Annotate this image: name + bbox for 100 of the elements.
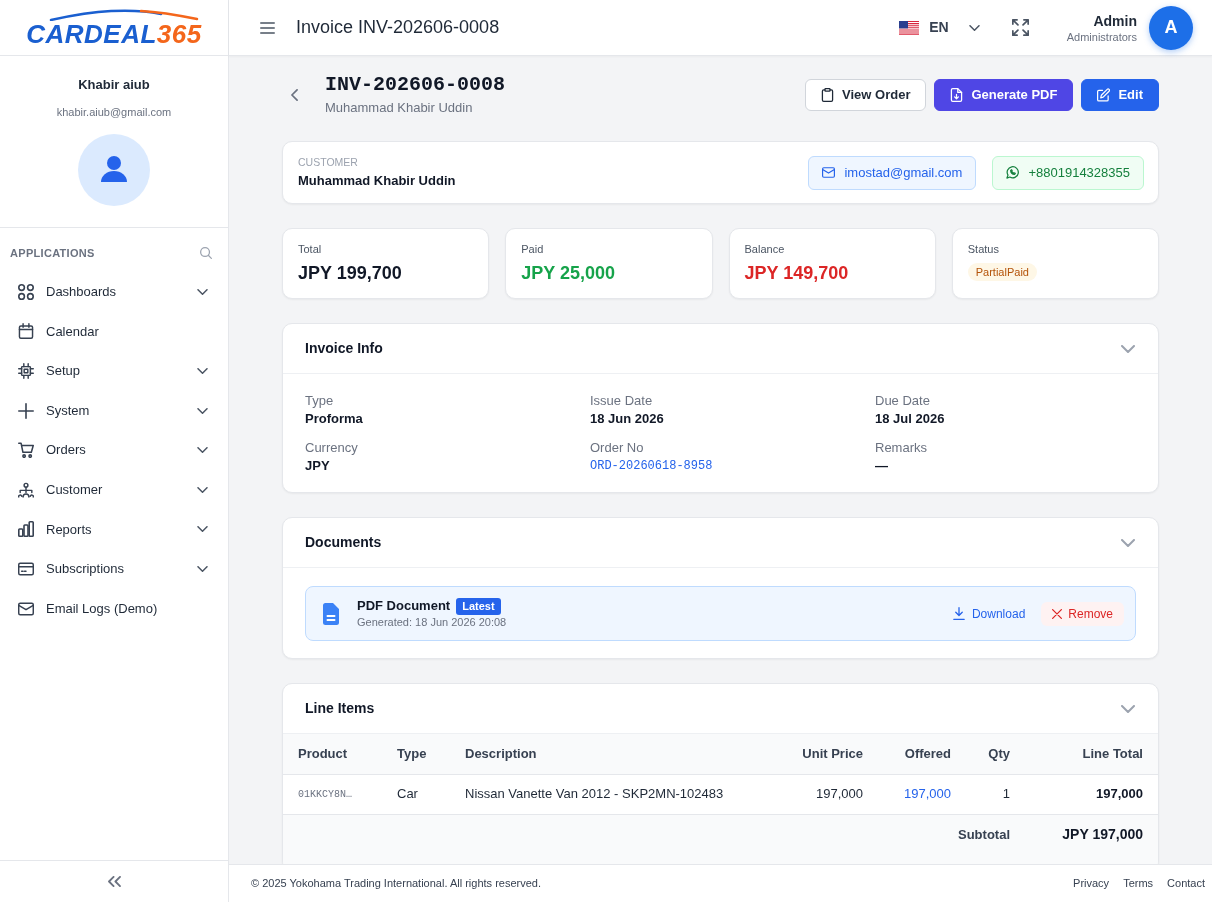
column-header: Type	[382, 734, 450, 774]
user-avatar[interactable]: A	[1149, 5, 1193, 50]
footer-link[interactable]: Privacy	[1073, 875, 1110, 892]
stat-label: Paid	[521, 242, 544, 256]
subtotal-value: JPY 197,000	[1062, 826, 1143, 843]
chevron-down-icon	[197, 368, 208, 374]
column-header: Product	[283, 734, 382, 774]
page-title: Invoice INV-202606-0008	[296, 16, 500, 39]
latest-badge: Latest	[456, 597, 501, 615]
stat-label: Balance	[744, 242, 785, 256]
brand-logo: CARDEAL365	[26, 20, 202, 47]
field-label: Type	[305, 392, 334, 410]
generate-pdf-button[interactable]: Generate PDF	[934, 78, 1074, 111]
column-header: Line Total	[1025, 734, 1158, 774]
stat-value: JPY 25,000	[521, 262, 615, 285]
remove-button[interactable]: Remove	[1041, 601, 1124, 626]
whatsapp-icon	[1006, 166, 1020, 179]
order-link[interactable]: ORD-20260618-8958	[590, 457, 713, 475]
email-link[interactable]: imostad@gmail.com	[808, 155, 977, 190]
user-role: Administrators	[1066, 29, 1137, 44]
field-value: JPY	[305, 457, 330, 475]
sidebar-item[interactable]: Orders	[0, 430, 228, 470]
field-value: Proforma	[305, 410, 363, 428]
subtotal-label: Subtotal	[958, 827, 1010, 843]
chip-icon	[18, 363, 34, 379]
field-label: CUSTOMER	[298, 155, 358, 169]
customer-subtitle: Muhammad Khabir Uddin	[325, 99, 474, 117]
table-cell: 01KKCY8N…	[283, 774, 382, 814]
stat-label: Status	[967, 242, 999, 256]
table-cell: 1	[966, 774, 1025, 814]
sidebar-item[interactable]: Setup	[0, 351, 228, 391]
close-icon	[1052, 608, 1063, 619]
table-cell: 197,000	[778, 774, 878, 814]
sidebar-item[interactable]: Subscriptions	[0, 549, 228, 589]
stat-value: JPY 149,700	[744, 262, 849, 285]
footer-link[interactable]: Terms	[1123, 875, 1154, 892]
user-display-name: Admin	[1093, 11, 1137, 30]
car-swoosh-icon	[49, 8, 199, 21]
search-icon[interactable]	[200, 247, 212, 259]
sidebar-item[interactable]: Email Logs (Demo)	[0, 588, 228, 629]
chevron-down-icon[interactable]	[1121, 344, 1135, 353]
language-selector[interactable]: EN	[899, 17, 980, 38]
chevron-down-icon[interactable]	[1121, 704, 1135, 713]
us-flag-icon	[899, 20, 920, 35]
sidebar-item[interactable]: Calendar	[0, 311, 228, 352]
download-icon	[952, 607, 965, 620]
field-label: Remarks	[875, 439, 927, 457]
column-header: Qty	[966, 734, 1025, 774]
document-name: PDF Document	[357, 597, 451, 615]
footer-link[interactable]: Contact	[1167, 875, 1205, 892]
plus-icon	[18, 402, 34, 419]
stat-value: JPY 199,700	[298, 262, 402, 285]
fullscreen-icon[interactable]	[1011, 19, 1029, 36]
cart-icon	[18, 442, 34, 459]
credit-card-icon	[18, 560, 34, 577]
dots-grid-icon	[18, 283, 34, 300]
field-value: 18 Jun 2026	[590, 410, 664, 428]
people-network-icon	[18, 481, 34, 498]
field-value: 18 Jul 2026	[875, 410, 945, 428]
field-label: Due Date	[875, 392, 930, 410]
view-order-button[interactable]: View Order	[805, 78, 927, 111]
sidebar-item[interactable]: Reports	[0, 509, 228, 550]
whatsapp-link[interactable]: +8801914328355	[992, 155, 1144, 190]
field-label: Issue Date	[590, 392, 653, 410]
back-chevron-icon[interactable]	[291, 88, 298, 101]
table-cell: Nissan Vanette Van 2012 - SKP2MN-102483	[450, 774, 778, 814]
download-link[interactable]: Download	[952, 604, 1026, 623]
sidebar-item[interactable]: Customer	[0, 469, 228, 510]
column-header: Unit Price	[778, 734, 878, 774]
edit-icon	[1097, 87, 1111, 102]
sidebar-item[interactable]: System	[0, 390, 228, 431]
column-header: Offered	[878, 734, 966, 774]
chevron-down-icon	[197, 526, 208, 533]
chevron-down-icon[interactable]	[1121, 538, 1135, 547]
copyright-text: © 2025 Yokohama Trading International. All rights reserved.	[251, 876, 541, 892]
chevron-down-icon	[197, 565, 208, 572]
edit-button[interactable]: Edit	[1081, 78, 1159, 111]
user-name: Khabir aiub	[78, 76, 150, 94]
card-title: Invoice Info	[305, 339, 383, 358]
stat-label: Total	[298, 242, 322, 256]
caret-down-icon	[968, 24, 980, 31]
customer-name: Muhammad Khabir Uddin	[298, 172, 456, 190]
mail-icon	[822, 166, 836, 179]
field-label: Currency	[305, 439, 358, 457]
status-badge: PartialPaid	[967, 263, 1037, 281]
clipboard-icon	[821, 87, 835, 102]
chevron-down-icon	[197, 486, 208, 493]
file-icon	[323, 602, 339, 625]
chevron-down-icon	[197, 288, 208, 295]
card-title: Line Items	[305, 699, 375, 718]
chevron-down-icon	[197, 407, 208, 414]
section-title: APPLICATIONS	[10, 246, 95, 261]
table-cell: Car	[382, 774, 450, 814]
double-chevron-left-icon[interactable]	[107, 876, 121, 887]
file-download-icon	[950, 87, 964, 102]
sidebar-item[interactable]: Dashboards	[0, 272, 228, 312]
menu-icon[interactable]	[260, 21, 275, 34]
mail-icon	[18, 600, 34, 617]
column-header: Description	[450, 734, 778, 774]
user-email: khabir.aiub@gmail.com	[56, 105, 172, 120]
